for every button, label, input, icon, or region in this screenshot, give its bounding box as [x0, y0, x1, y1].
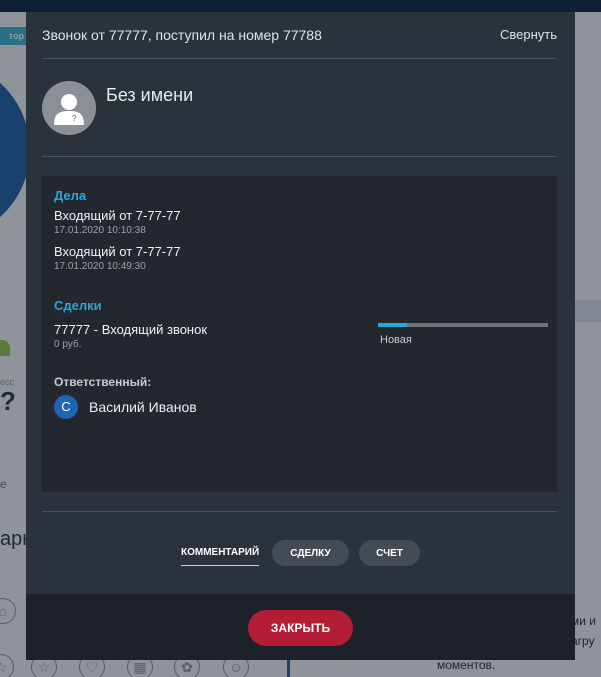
responsible-avatar: С — [54, 395, 78, 419]
contact-name: Без имени — [106, 85, 194, 105]
tasks-section-title: Дела — [54, 188, 87, 203]
responsible-name[interactable]: Василий Иванов — [89, 399, 197, 415]
create-actions: КОММЕНТАРИЙ СДЕЛКУ СЧЕТ — [181, 540, 421, 566]
deal-stage-progress-fill — [378, 323, 407, 327]
deals-section-title: Сделки — [54, 298, 102, 313]
task-item-title[interactable]: Входящий от 7-77-77 — [54, 244, 181, 259]
create-deal-button[interactable]: СДЕЛКУ — [272, 540, 349, 566]
contact-avatar: ? — [42, 81, 96, 135]
contact-block: ? Без имени — [42, 59, 557, 157]
svg-text:?: ? — [72, 114, 77, 123]
modal-header: Звонок от 77777, поступил на номер 77788… — [42, 12, 557, 59]
responsible-label: Ответственный: — [54, 375, 152, 389]
modal-footer: ЗАКРЫТЬ — [26, 594, 575, 660]
deal-item-amount: 0 руб. — [54, 339, 82, 350]
create-invoice-button[interactable]: СЧЕТ — [359, 540, 420, 566]
task-item-title[interactable]: Входящий от 7-77-77 — [54, 208, 181, 223]
crm-info-panel: Дела Входящий от 7-77-77 17.01.2020 10:1… — [42, 176, 557, 492]
task-item-time: 17.01.2020 10:10:38 — [54, 225, 146, 236]
task-item-time: 17.01.2020 10:49:30 — [54, 261, 146, 272]
collapse-button[interactable]: Свернуть — [500, 27, 557, 42]
unknown-person-icon: ? — [54, 94, 84, 125]
deal-item-title[interactable]: 77777 - Входящий звонок — [54, 322, 207, 337]
tab-comment[interactable]: КОММЕНТАРИЙ — [181, 540, 260, 566]
modal-title: Звонок от 77777, поступил на номер 77788 — [42, 27, 322, 43]
deal-stage-progress — [378, 323, 548, 327]
divider — [42, 511, 557, 512]
close-button[interactable]: ЗАКРЫТЬ — [248, 610, 353, 646]
deal-stage-label: Новая — [380, 334, 412, 346]
call-card-modal: Звонок от 77777, поступил на номер 77788… — [26, 12, 575, 660]
